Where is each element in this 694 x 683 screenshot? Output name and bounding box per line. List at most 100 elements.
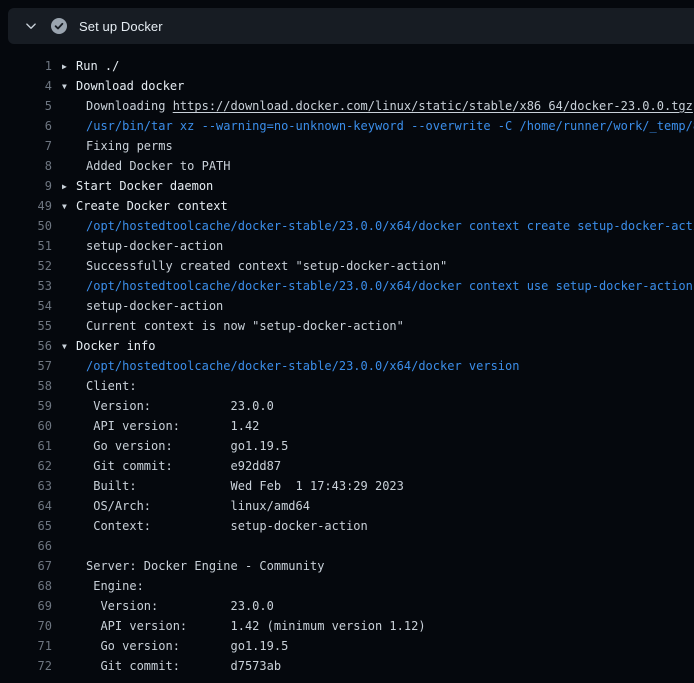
line-number[interactable]: 57: [0, 356, 52, 376]
line-number[interactable]: 6: [0, 116, 52, 136]
line-number[interactable]: 4: [0, 76, 52, 96]
log-line-text: /usr/bin/tar xz --warning=no-unknown-key…: [62, 116, 694, 136]
line-number[interactable]: 8: [0, 156, 52, 176]
line-number[interactable]: 71: [0, 636, 52, 656]
triangle-right-icon[interactable]: ▶: [62, 57, 76, 76]
line-number[interactable]: 5: [0, 96, 52, 116]
log-line-text: setup-docker-action: [62, 236, 694, 256]
line-number[interactable]: 9: [0, 176, 52, 196]
line-number[interactable]: 49: [0, 196, 52, 216]
log-line-text: OS/Arch: linux/amd64: [62, 496, 694, 516]
log-line: 5 Downloading https://download.docker.com…: [0, 96, 694, 116]
group-label: Docker info: [76, 339, 155, 353]
log-line: 67 Server: Docker Engine - Community: [0, 556, 694, 576]
line-number[interactable]: 54: [0, 296, 52, 316]
log-line-text: Go version: go1.19.5: [62, 636, 694, 656]
line-number[interactable]: 63: [0, 476, 52, 496]
log-viewer: 1▶Run ./4▼Download docker5Downloading ht…: [0, 44, 694, 676]
log-line: 61 Go version: go1.19.5: [0, 436, 694, 456]
log-line: 57/opt/hostedtoolcache/docker-stable/23.…: [0, 356, 694, 376]
log-group-row[interactable]: 49 ▼Create Docker context: [0, 196, 694, 216]
step-header[interactable]: Set up Docker: [8, 8, 694, 44]
log-line: 69 Version: 23.0.0: [0, 596, 694, 616]
log-line-text: Successfully created context "setup-dock…: [62, 256, 694, 276]
log-line-text: Current context is now "setup-docker-act…: [62, 316, 694, 336]
line-number[interactable]: 66: [0, 536, 52, 556]
log-line: 55 Current context is now "setup-docker-a…: [0, 316, 694, 336]
log-line-text: /opt/hostedtoolcache/docker-stable/23.0.…: [62, 276, 694, 296]
log-line: 71 Go version: go1.19.5: [0, 636, 694, 656]
log-line-text: Git commit: d7573ab: [62, 656, 694, 676]
line-number[interactable]: 51: [0, 236, 52, 256]
line-number[interactable]: 72: [0, 656, 52, 676]
log-line-text: Downloading https://download.docker.com/…: [62, 96, 694, 116]
line-number[interactable]: 50: [0, 216, 52, 236]
check-circle-icon: [51, 18, 67, 34]
log-line: 51 setup-docker-action: [0, 236, 694, 256]
line-number[interactable]: 67: [0, 556, 52, 576]
line-number[interactable]: 7: [0, 136, 52, 156]
line-number[interactable]: 53: [0, 276, 52, 296]
triangle-down-icon[interactable]: ▼: [62, 197, 76, 216]
line-number[interactable]: 69: [0, 596, 52, 616]
log-line: 58 Client:: [0, 376, 694, 396]
log-line: 54 setup-docker-action: [0, 296, 694, 316]
log-line: 7Fixing perms: [0, 136, 694, 156]
line-number[interactable]: 65: [0, 516, 52, 536]
log-line: 68 Engine:: [0, 576, 694, 596]
triangle-down-icon[interactable]: ▼: [62, 337, 76, 356]
group-label: Create Docker context: [76, 199, 228, 213]
log-group-row[interactable]: 4 ▼Download docker: [0, 76, 694, 96]
log-line-text: Added Docker to PATH: [62, 156, 694, 176]
log-text-segment: Downloading: [86, 99, 173, 113]
line-number[interactable]: 61: [0, 436, 52, 456]
log-line-text: Server: Docker Engine - Community: [62, 556, 694, 576]
log-line-text: ▶Run ./: [62, 56, 694, 76]
log-line: 62 Git commit: e92dd87: [0, 456, 694, 476]
line-number[interactable]: 1: [0, 56, 52, 76]
log-line-text: Built: Wed Feb 1 17:43:29 2023: [62, 476, 694, 496]
log-line-text: ▼Docker info: [62, 336, 694, 356]
log-line-text: setup-docker-action: [62, 296, 694, 316]
group-label: Run ./: [76, 59, 119, 73]
log-line: 59 Version: 23.0.0: [0, 396, 694, 416]
line-number[interactable]: 52: [0, 256, 52, 276]
log-line-text: Engine:: [62, 576, 694, 596]
log-line-text: [62, 536, 694, 556]
line-number[interactable]: 55: [0, 316, 52, 336]
download-url-link[interactable]: https://download.docker.com/linux/static…: [173, 99, 693, 113]
line-number[interactable]: 56: [0, 336, 52, 356]
step-title: Set up Docker: [79, 19, 163, 34]
log-line-text: ▼Create Docker context: [62, 196, 694, 216]
log-line: 8 Added Docker to PATH: [0, 156, 694, 176]
triangle-right-icon[interactable]: ▶: [62, 177, 76, 196]
chevron-down-icon[interactable]: [24, 19, 38, 33]
log-line: 72 Git commit: d7573ab: [0, 656, 694, 676]
log-line-text: Client:: [62, 376, 694, 396]
log-line: 50/opt/hostedtoolcache/docker-stable/23.…: [0, 216, 694, 236]
log-line: 66: [0, 536, 694, 556]
log-line: 70 API version: 1.42 (minimum version 1.…: [0, 616, 694, 636]
group-label: Download docker: [76, 79, 184, 93]
log-group-row[interactable]: 1 ▶Run ./: [0, 56, 694, 76]
log-line-text: ▶Start Docker daemon: [62, 176, 694, 196]
log-group-row[interactable]: 9 ▶Start Docker daemon: [0, 176, 694, 196]
line-number[interactable]: 70: [0, 616, 52, 636]
line-number[interactable]: 62: [0, 456, 52, 476]
log-line: 6/usr/bin/tar xz --warning=no-unknown-ke…: [0, 116, 694, 136]
line-number[interactable]: 64: [0, 496, 52, 516]
triangle-down-icon[interactable]: ▼: [62, 77, 76, 96]
log-line: 64 OS/Arch: linux/amd64: [0, 496, 694, 516]
line-number[interactable]: 68: [0, 576, 52, 596]
log-line-text: ▼Download docker: [62, 76, 694, 96]
log-line-text: API version: 1.42: [62, 416, 694, 436]
log-line: 53/opt/hostedtoolcache/docker-stable/23.…: [0, 276, 694, 296]
line-number[interactable]: 59: [0, 396, 52, 416]
log-line-text: Go version: go1.19.5: [62, 436, 694, 456]
log-line-text: /opt/hostedtoolcache/docker-stable/23.0.…: [62, 356, 694, 376]
log-line: 63 Built: Wed Feb 1 17:43:29 2023: [0, 476, 694, 496]
line-number[interactable]: 60: [0, 416, 52, 436]
line-number[interactable]: 58: [0, 376, 52, 396]
log-line-text: Context: setup-docker-action: [62, 516, 694, 536]
log-group-row[interactable]: 56 ▼Docker info: [0, 336, 694, 356]
